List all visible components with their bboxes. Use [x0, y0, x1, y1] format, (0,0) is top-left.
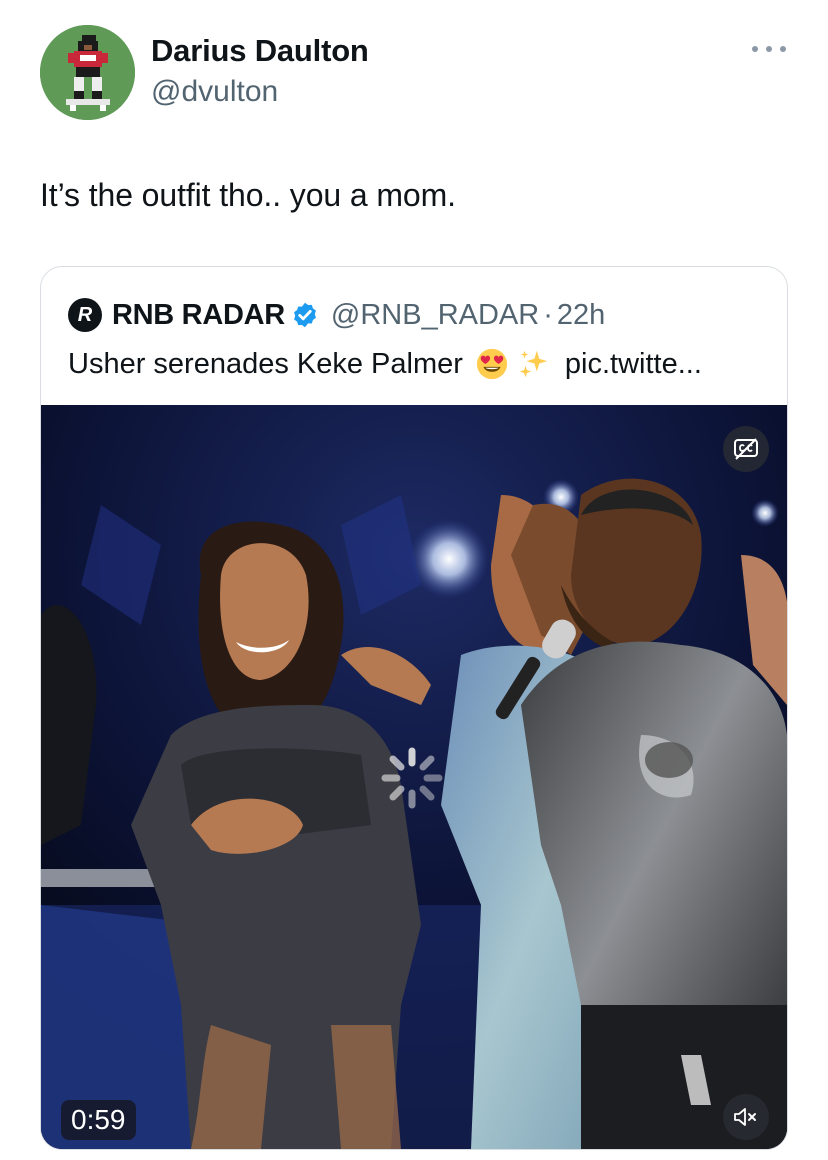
author-handle[interactable]: @dvulton [151, 75, 278, 109]
closed-captions-button[interactable] [723, 426, 769, 472]
video-duration: 0:59 [61, 1100, 136, 1140]
quoted-tweet-text: Usher serenades Keke Palmer pic.twitte..… [68, 347, 702, 381]
more-options-icon[interactable] [752, 42, 786, 56]
quoted-timestamp[interactable]: 22h [557, 299, 605, 332]
pixel-football-player-avatar-icon [40, 25, 135, 120]
quoted-tweet-card[interactable]: R RNB RADAR @RNB_RADAR · 22h Usher seren… [40, 266, 788, 1150]
more-dot [780, 46, 786, 52]
more-dot [752, 46, 758, 52]
video-player[interactable]: 0:59 [41, 405, 787, 1149]
quoted-handle[interactable]: @RNB_RADAR [331, 299, 539, 332]
loading-spinner-icon [381, 747, 443, 809]
closed-captions-icon [734, 438, 758, 460]
rnb-radar-logo-icon[interactable]: R [68, 298, 102, 332]
heart-eyes-emoji-icon [475, 347, 509, 381]
quoted-tweet-header: R RNB RADAR @RNB_RADAR · 22h [68, 297, 605, 333]
sparkles-emoji-icon [517, 347, 551, 381]
muted-speaker-icon [734, 1108, 756, 1126]
quoted-media-link[interactable]: pic.twitte... [565, 348, 702, 381]
verified-badge-icon [291, 301, 319, 329]
more-dot [766, 46, 772, 52]
tweet-header: Darius Daulton @dvulton [0, 0, 828, 140]
tweet-text: It’s the outfit tho.. you a mom. [40, 177, 456, 213]
mute-button[interactable] [723, 1094, 769, 1140]
author-avatar[interactable] [40, 25, 135, 120]
quoted-display-name[interactable]: RNB RADAR [112, 299, 285, 332]
separator-dot: · [543, 298, 553, 331]
author-display-name[interactable]: Darius Daulton [151, 33, 369, 69]
quoted-text-body: Usher serenades Keke Palmer [68, 347, 463, 380]
